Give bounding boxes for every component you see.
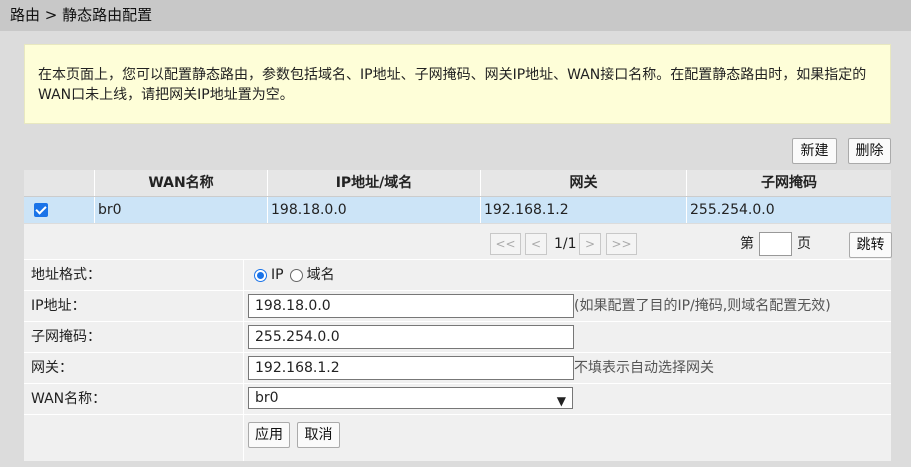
ip-input[interactable]: 198.18.0.0 — [248, 294, 574, 318]
goto-prefix: 第 — [740, 236, 754, 252]
header-select — [24, 170, 94, 196]
ip-note: (如果配置了目的IP/掩码,则域名配置无效) — [574, 298, 831, 314]
mask-input[interactable]: 255.254.0.0 — [248, 325, 574, 349]
cell-wan: br0 — [94, 197, 267, 223]
row-select-cell[interactable] — [24, 197, 94, 223]
actions-row — [24, 414, 891, 461]
cell-gateway: 192.168.1.2 — [480, 197, 686, 223]
radio-ip-label: IP — [271, 267, 284, 283]
breadcrumb: 路由 > 静态路由配置 — [0, 0, 911, 31]
radio-domain-label: 域名 — [306, 267, 335, 283]
route-form: 地址格式： IP 域名 IP地址： 198.18.0.0 (如果配置了目的IP/… — [24, 259, 891, 461]
header-gateway: 网关 — [480, 170, 686, 196]
cancel-button[interactable]: 取消 — [297, 422, 340, 448]
ip-row: IP地址： 198.18.0.0 (如果配置了目的IP/掩码,则域名配置无效) — [24, 290, 891, 321]
chevron-down-icon: ▼ — [556, 394, 566, 408]
goto-page-input[interactable] — [759, 232, 792, 256]
gateway-row: 网关： 192.168.1.2 不填表示自动选择网关 — [24, 352, 891, 383]
first-page-button[interactable]: << — [490, 233, 521, 255]
page-info: 1/1 — [554, 236, 577, 252]
apply-button[interactable]: 应用 — [248, 422, 290, 448]
delete-button[interactable]: 删除 — [848, 138, 891, 164]
gateway-input[interactable]: 192.168.1.2 — [248, 356, 574, 380]
header-wan: WAN名称 — [94, 170, 267, 196]
addr-format-row: 地址格式： IP 域名 — [24, 259, 891, 290]
table-row[interactable]: br0 198.18.0.0 192.168.1.2 255.254.0.0 — [24, 197, 891, 223]
radio-domain[interactable] — [289, 269, 303, 282]
wan-select-value: br0 — [255, 390, 279, 406]
cell-mask: 255.254.0.0 — [686, 197, 891, 223]
ip-label: IP地址： — [31, 298, 86, 314]
route-table: WAN名称 IP地址/域名 网关 子网掩码 br0 198.18.0.0 192… — [24, 170, 891, 223]
gateway-label: 网关： — [31, 360, 73, 376]
header-ip: IP地址/域名 — [267, 170, 480, 196]
pager: << < 1/1 > >> 第 页 跳转 — [24, 224, 892, 259]
addr-format-label: 地址格式： — [31, 267, 101, 283]
prev-page-button[interactable]: < — [525, 233, 547, 255]
mask-row: 子网掩码： 255.254.0.0 — [24, 321, 891, 352]
wan-select[interactable]: br0 ▼ — [248, 387, 573, 409]
radio-ip[interactable] — [254, 269, 267, 282]
goto-suffix: 页 — [797, 236, 811, 252]
header-mask: 子网掩码 — [686, 170, 891, 196]
table-header: WAN名称 IP地址/域名 网关 子网掩码 — [24, 170, 891, 197]
jump-button[interactable]: 跳转 — [849, 232, 892, 258]
info-box: 在本页面上，您可以配置静态路由，参数包括域名、IP地址、子网掩码、网关IP地址、… — [24, 44, 891, 124]
wan-row: WAN名称： br0 ▼ — [24, 383, 891, 414]
mask-label: 子网掩码： — [31, 329, 101, 345]
cell-ip: 198.18.0.0 — [267, 197, 480, 223]
row-checkbox[interactable] — [34, 203, 48, 217]
last-page-button[interactable]: >> — [606, 233, 637, 255]
wan-label: WAN名称： — [31, 391, 107, 407]
addr-format-radios: IP 域名 — [254, 260, 335, 291]
gateway-note: 不填表示自动选择网关 — [574, 360, 714, 376]
new-button[interactable]: 新建 — [792, 138, 837, 164]
next-page-button[interactable]: > — [579, 233, 601, 255]
